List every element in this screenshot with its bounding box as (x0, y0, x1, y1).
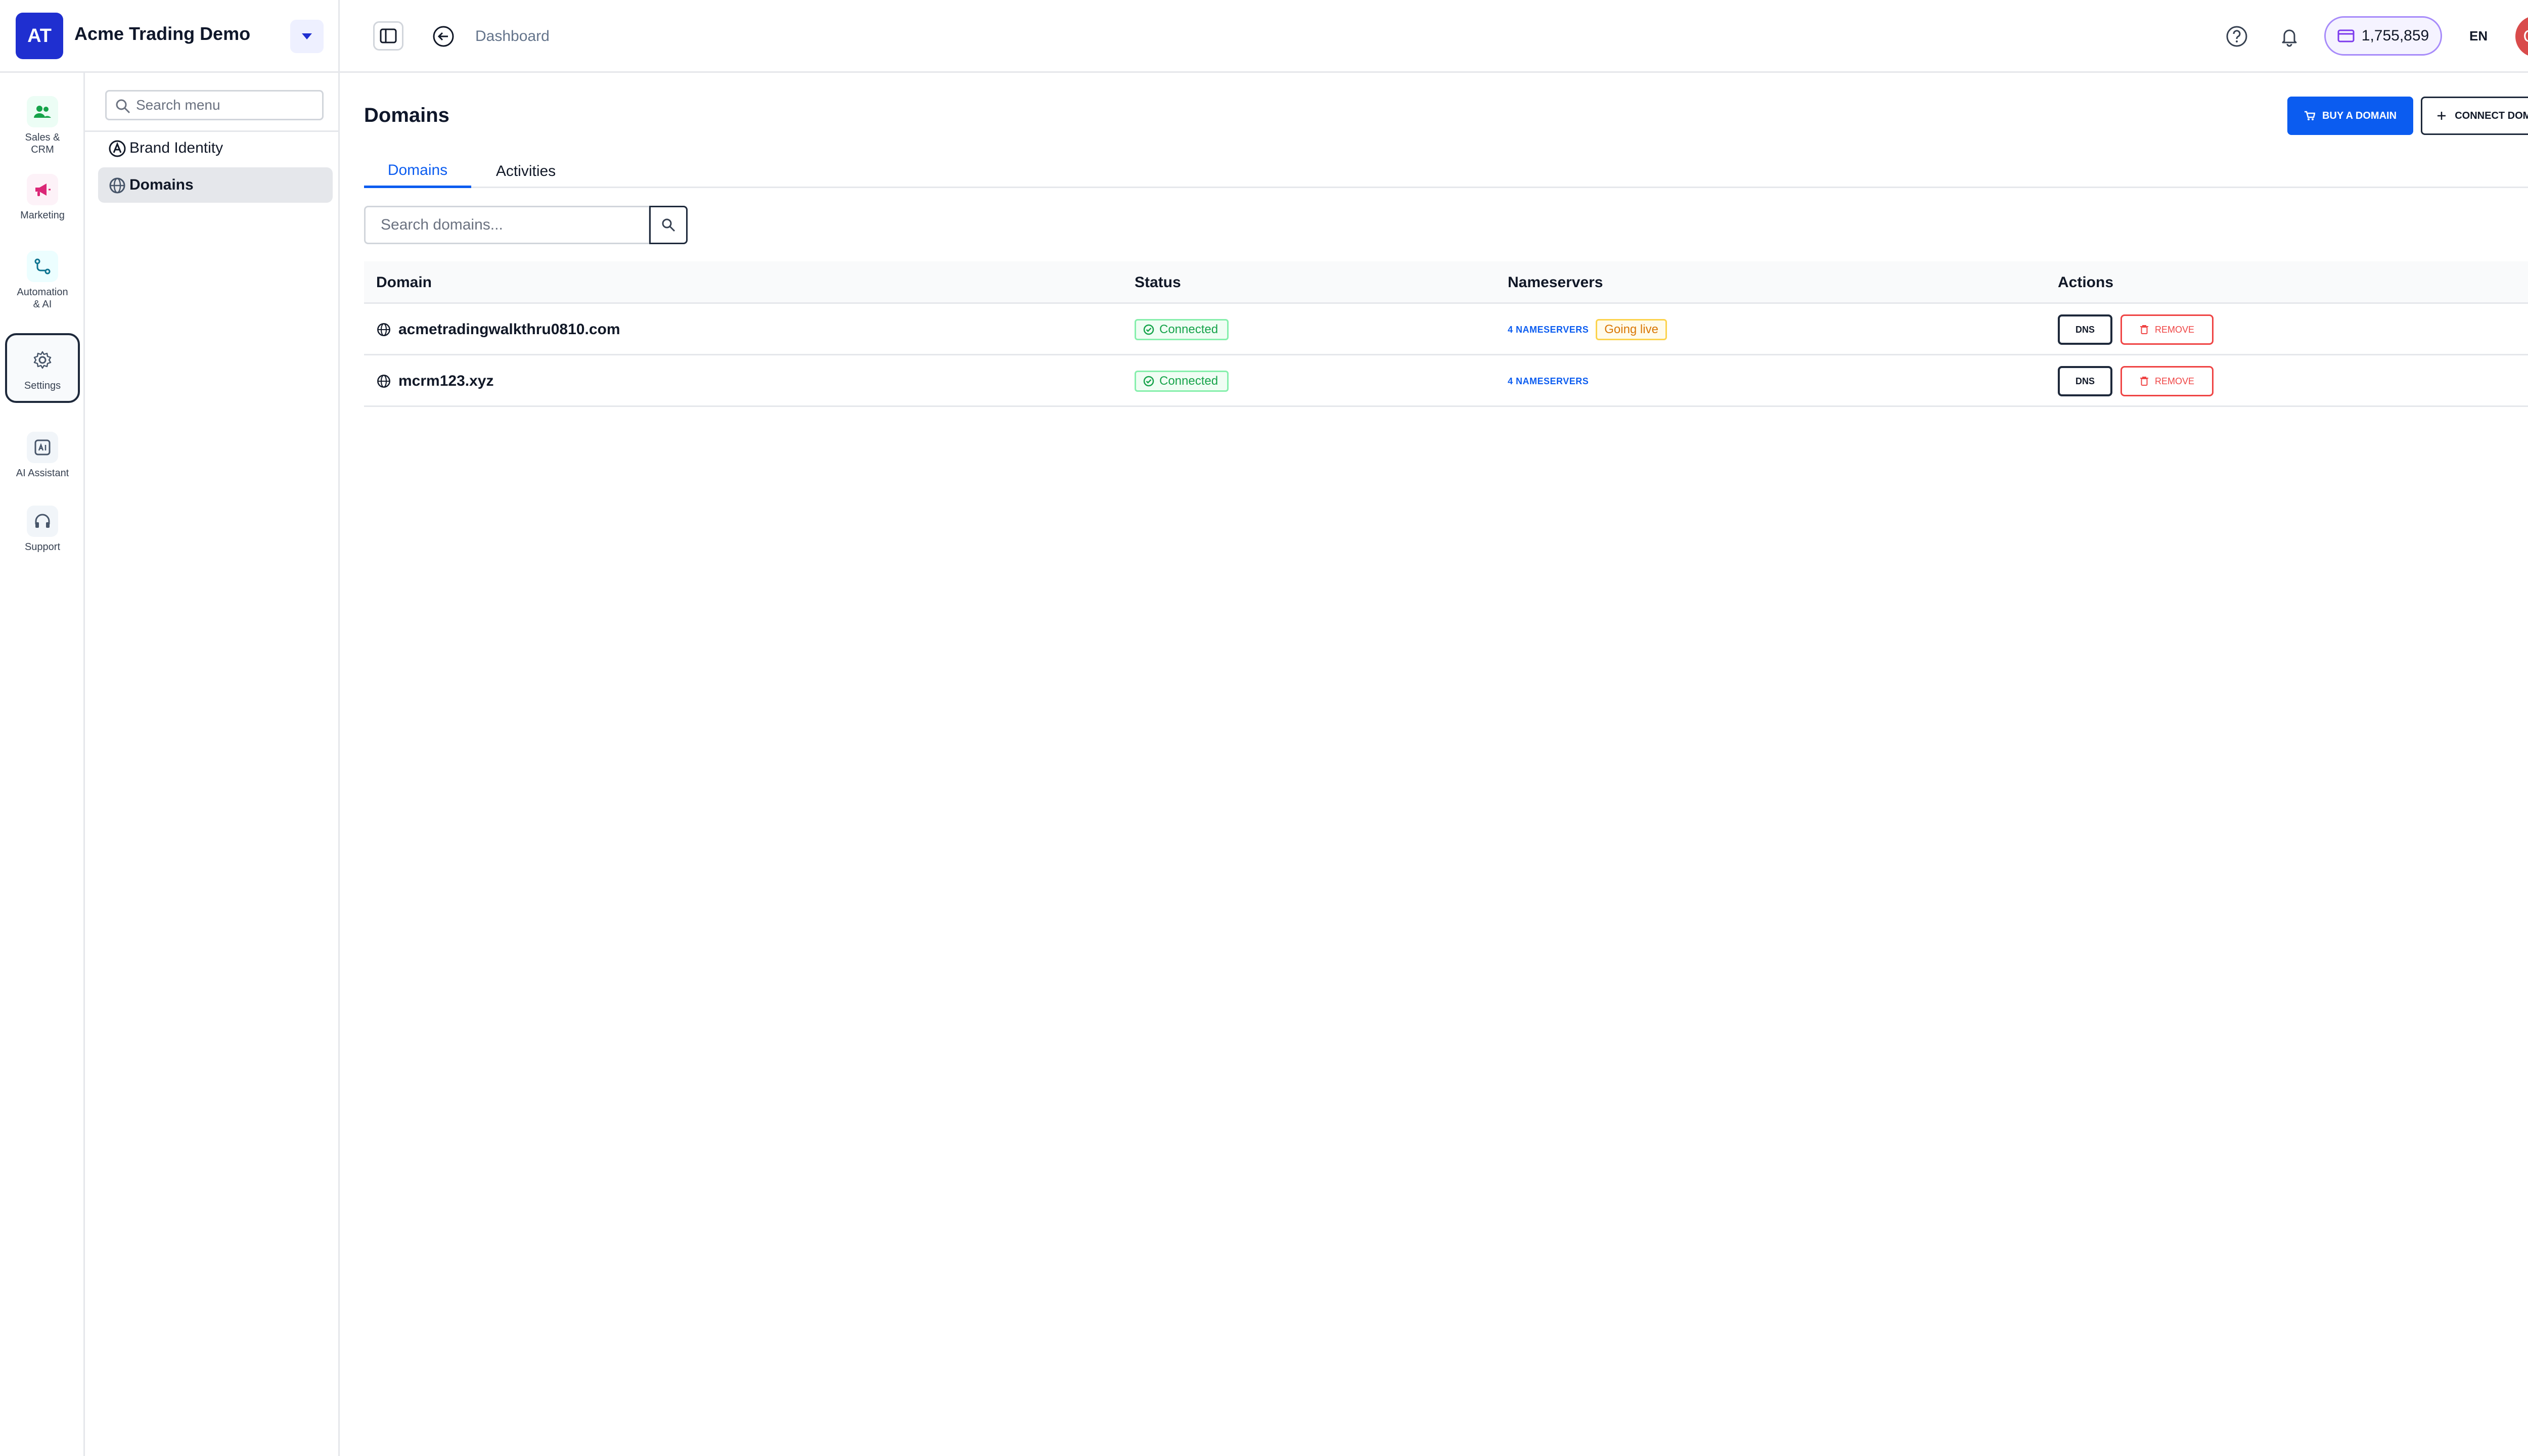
dns-button[interactable]: DNS (2058, 366, 2112, 396)
rail-item-support[interactable]: Support (5, 506, 80, 553)
rail-item-marketing[interactable]: Marketing (5, 174, 80, 221)
breadcrumb[interactable]: Dashboard (475, 28, 550, 45)
table-header: Domain Status Nameservers Actions (364, 261, 2528, 304)
nameservers-cell: 4 NAMESERVERS Going live (1508, 304, 1667, 355)
rail-label: Marketing (20, 210, 65, 221)
top-bar: AT Acme Trading Demo Dashboard 1,755,859… (0, 0, 2528, 73)
org-avatar[interactable]: AT (16, 13, 63, 59)
search-icon (662, 218, 675, 232)
column-header-nameservers[interactable]: Nameservers (1508, 261, 1603, 304)
going-live-badge: Going live (1596, 319, 1667, 340)
cart-icon (2304, 111, 2315, 120)
menu-search-input[interactable]: Search menu (105, 90, 324, 120)
check-circle-icon (1143, 324, 1154, 335)
ai-assistant-icon (27, 432, 58, 463)
remove-label: REMOVE (2154, 324, 2194, 335)
menu-item-label: Domains (129, 176, 194, 193)
nameservers-link[interactable]: 4 NAMESERVERS (1508, 376, 1589, 387)
tabs: Domains Activities (364, 155, 2528, 188)
rail-label: Settings (24, 380, 61, 391)
domain-search-input[interactable] (364, 206, 650, 244)
rail-item-ai-assistant[interactable]: AI Assistant (5, 432, 80, 479)
buy-domain-label: BUY A DOMAIN (2322, 110, 2397, 121)
column-header-domain[interactable]: Domain (376, 261, 432, 304)
search-icon (116, 99, 130, 114)
user-avatar[interactable]: OD (2515, 16, 2528, 57)
back-button[interactable] (431, 24, 456, 49)
rail-item-settings[interactable]: Settings (5, 333, 80, 403)
remove-button[interactable]: REMOVE (2120, 366, 2214, 396)
plus-icon (2437, 112, 2446, 120)
workflow-icon (27, 251, 58, 282)
menu-search-placeholder: Search menu (136, 97, 220, 113)
megaphone-icon (27, 174, 58, 205)
caret-down-icon (302, 33, 312, 39)
credits-value: 1,755,859 (2361, 27, 2429, 44)
domain-name[interactable]: mcrm123.xyz (398, 373, 493, 390)
org-dropdown-button[interactable] (290, 20, 324, 53)
menu-item-label: Brand Identity (129, 140, 223, 156)
page-title: Domains (364, 104, 449, 126)
actions-cell: DNS REMOVE (2058, 304, 2214, 355)
domain-cell: mcrm123.xyz (376, 355, 493, 407)
wallet-icon (2337, 29, 2355, 42)
table-row: mcrm123.xyz Connected 4 NAMESERVERS DNS (364, 355, 2528, 407)
status-label: Connected (1159, 374, 1218, 388)
tab-activities[interactable]: Activities (483, 155, 568, 188)
remove-button[interactable]: REMOVE (2120, 314, 2214, 345)
domain-search-button[interactable] (649, 206, 688, 244)
connect-domain-label: CONNECT DOMAIN (2455, 110, 2528, 121)
table-row: acmetradingwalkthru0810.com Connected 4 … (364, 304, 2528, 355)
actions-cell: DNS REMOVE (2058, 355, 2214, 407)
buy-domain-button[interactable]: BUY A DOMAIN (2287, 97, 2413, 135)
status-cell: Connected (1135, 304, 1229, 355)
globe-icon (109, 177, 125, 194)
rail-label: Sales & CRM (25, 132, 60, 155)
nameservers-cell: 4 NAMESERVERS (1508, 355, 1589, 407)
arrow-left-circle-icon (433, 26, 454, 47)
status-cell: Connected (1135, 355, 1229, 407)
dns-button[interactable]: DNS (2058, 314, 2112, 345)
sidebar-toggle-button[interactable] (373, 21, 403, 51)
rail-label: AI Assistant (16, 468, 69, 479)
rail-label: Support (24, 541, 61, 553)
gear-icon (27, 344, 58, 376)
headphones-icon (27, 506, 58, 537)
rail-label: Automation & AI (17, 287, 68, 310)
nameservers-link[interactable]: 4 NAMESERVERS (1508, 325, 1589, 335)
rail-item-sales-crm[interactable]: Sales & CRM (5, 96, 80, 156)
settings-menu: Search menu Brand Identity Domains (85, 73, 340, 1456)
help-icon[interactable] (2225, 24, 2249, 49)
brand-icon (109, 140, 126, 157)
trash-icon (2140, 377, 2148, 386)
globe-icon (377, 323, 390, 336)
remove-label: REMOVE (2154, 376, 2194, 386)
connect-domain-button[interactable]: CONNECT DOMAIN (2421, 97, 2528, 135)
status-badge: Connected (1135, 371, 1229, 392)
language-selector[interactable]: EN (2469, 28, 2488, 44)
rail-item-automation-ai[interactable]: Automation & AI (5, 251, 80, 310)
credits-balance[interactable]: 1,755,859 (2324, 16, 2442, 56)
check-circle-icon (1143, 376, 1154, 387)
column-header-status[interactable]: Status (1135, 261, 1181, 304)
users-icon (27, 96, 58, 127)
menu-item-domains[interactable]: Domains (98, 167, 333, 203)
status-badge: Connected (1135, 319, 1229, 340)
menu-item-brand-identity[interactable]: Brand Identity (98, 130, 333, 166)
domain-name[interactable]: acmetradingwalkthru0810.com (398, 321, 620, 338)
bell-icon[interactable] (2277, 24, 2301, 49)
app-rail: Sales & CRM Marketing Automation & AI Se… (0, 73, 85, 1456)
status-label: Connected (1159, 323, 1218, 336)
org-switcher: AT Acme Trading Demo (0, 0, 340, 73)
trash-icon (2140, 325, 2148, 334)
domain-cell: acmetradingwalkthru0810.com (376, 304, 620, 355)
org-name[interactable]: Acme Trading Demo (74, 23, 250, 44)
sidebar-icon (380, 28, 397, 43)
column-header-actions[interactable]: Actions (2058, 261, 2113, 304)
globe-icon (377, 375, 390, 388)
tab-domains[interactable]: Domains (364, 155, 471, 188)
